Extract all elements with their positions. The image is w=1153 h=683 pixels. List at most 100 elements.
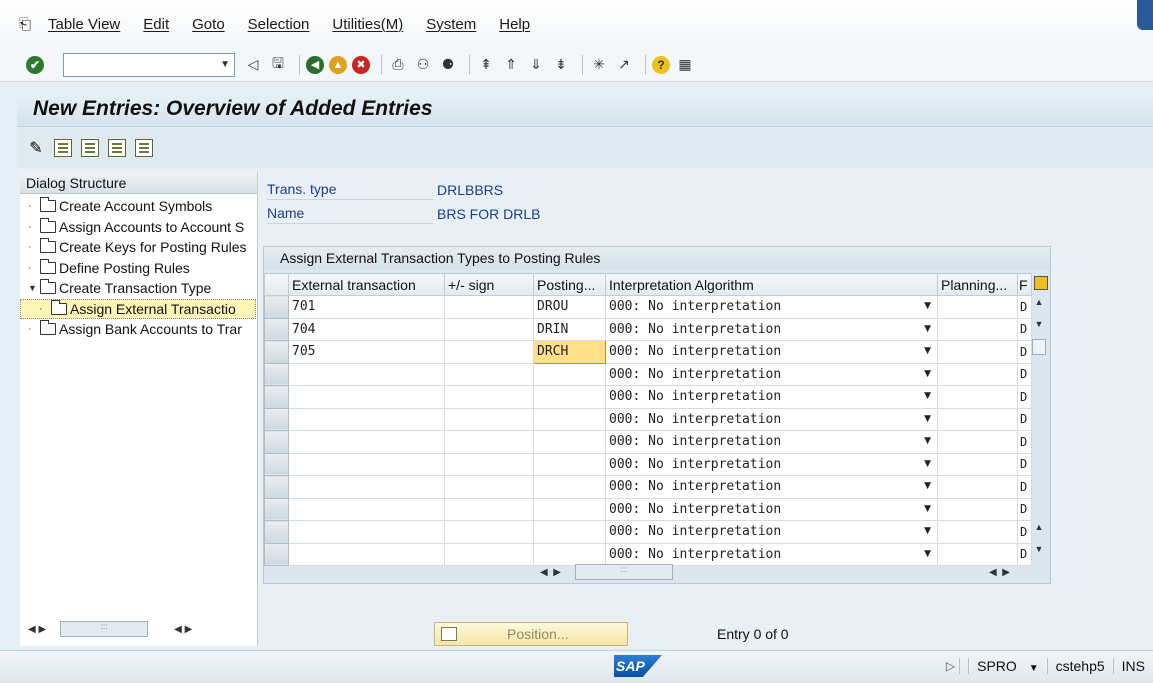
chevron-down-icon[interactable]: ▼: [924, 549, 931, 559]
enter-check-icon[interactable]: ✔: [26, 55, 44, 74]
row-selector[interactable]: [264, 475, 289, 499]
column-settings-icon[interactable]: [1034, 276, 1048, 290]
last-column-cell[interactable]: D: [1017, 295, 1032, 319]
tree-item-assign-external-transaction[interactable]: · Assign External Transactio: [20, 298, 256, 319]
save-icon[interactable]: 🖫: [268, 55, 288, 75]
chevron-down-icon[interactable]: ▼: [924, 481, 931, 491]
last-column-cell[interactable]: D: [1017, 430, 1032, 454]
status-expand-icon[interactable]: ▷: [938, 659, 959, 673]
next-page-icon[interactable]: ⇓: [526, 55, 546, 75]
last-column-cell[interactable]: D: [1017, 475, 1032, 499]
table-row[interactable]: 701 DROU 000: No interpretation ▼ D: [264, 295, 1032, 319]
sign-cell[interactable]: [444, 317, 534, 341]
row-selector[interactable]: [264, 340, 289, 364]
menu-system[interactable]: System: [426, 16, 476, 33]
posting-rule-cell[interactable]: [533, 520, 606, 544]
interpretation-algorithm-cell[interactable]: 000: No interpretation ▼: [605, 407, 938, 431]
posting-rule-cell[interactable]: DROU: [533, 295, 606, 319]
table-row[interactable]: 000: No interpretation ▼ D: [264, 452, 1032, 476]
status-mode[interactable]: INS: [1112, 658, 1153, 674]
interpretation-algorithm-cell[interactable]: 000: No interpretation ▼: [605, 475, 938, 499]
row-selector[interactable]: [264, 430, 289, 454]
row-selector[interactable]: [264, 362, 289, 386]
sign-cell[interactable]: [444, 452, 534, 476]
planning-cell[interactable]: [937, 520, 1018, 544]
menu-edit[interactable]: Edit: [143, 16, 169, 33]
row-selector[interactable]: [264, 295, 289, 319]
posting-rule-cell[interactable]: [533, 407, 606, 431]
external-transaction-cell[interactable]: [288, 385, 445, 409]
last-column-cell[interactable]: D: [1017, 407, 1032, 431]
chevron-down-icon[interactable]: ▼: [924, 414, 931, 424]
chevron-down-icon[interactable]: ▼: [924, 459, 931, 469]
select-all-icon[interactable]: [135, 139, 153, 157]
interpretation-algorithm-cell[interactable]: 000: No interpretation ▼: [605, 317, 938, 341]
new-session-icon[interactable]: ✳: [589, 55, 609, 75]
scrollbar-thumb[interactable]: :::: [60, 621, 149, 637]
table-row[interactable]: 000: No interpretation ▼ D: [264, 362, 1032, 386]
command-field[interactable]: ▼: [63, 52, 235, 77]
delete-entry-icon[interactable]: [54, 139, 72, 157]
tree-item-define-posting-rules[interactable]: · Define Posting Rules: [20, 258, 257, 279]
posting-rule-cell[interactable]: [533, 475, 606, 499]
select-all-cell[interactable]: [264, 273, 289, 296]
external-transaction-cell[interactable]: [288, 430, 445, 454]
interpretation-algorithm-cell[interactable]: 000: No interpretation ▼: [605, 520, 938, 544]
display-change-icon[interactable]: ✎: [27, 139, 45, 157]
back-icon[interactable]: ◀: [306, 55, 324, 74]
posting-rule-cell[interactable]: [533, 430, 606, 454]
menu-table-view[interactable]: Table View: [48, 16, 120, 33]
last-column-cell[interactable]: D: [1017, 317, 1032, 341]
last-column-cell[interactable]: D: [1017, 497, 1032, 521]
table-row[interactable]: 000: No interpretation ▼ D: [264, 520, 1032, 544]
chevron-down-icon[interactable]: ▼: [924, 346, 931, 356]
external-transaction-cell[interactable]: [288, 497, 445, 521]
chevron-down-icon[interactable]: ▼: [924, 436, 931, 446]
table-row[interactable]: 000: No interpretation ▼ D: [264, 430, 1032, 454]
find-icon[interactable]: ⚇: [413, 55, 433, 75]
planning-cell[interactable]: [937, 317, 1018, 341]
previous-entry-icon[interactable]: [81, 139, 99, 157]
table-row[interactable]: 000: No interpretation ▼ D: [264, 475, 1032, 499]
last-column-cell[interactable]: D: [1017, 385, 1032, 409]
table-hscroll-right[interactable]: ◀ ▶: [989, 563, 1010, 581]
posting-rule-cell[interactable]: [533, 452, 606, 476]
table-row[interactable]: 000: No interpretation ▼ D: [264, 497, 1032, 521]
vscroll-thumb[interactable]: [1032, 339, 1046, 355]
interpretation-algorithm-cell[interactable]: 000: No interpretation ▼: [605, 452, 938, 476]
table-row[interactable]: 000: No interpretation ▼ D: [264, 385, 1032, 409]
chevron-down-icon[interactable]: ▼: [1029, 663, 1039, 674]
vscroll-page-up-icon[interactable]: ▲: [1032, 522, 1046, 532]
planning-cell[interactable]: [937, 475, 1018, 499]
next-entry-icon[interactable]: [108, 139, 126, 157]
planning-cell[interactable]: [937, 407, 1018, 431]
sign-cell[interactable]: [444, 362, 534, 386]
sign-cell[interactable]: [444, 497, 534, 521]
chevron-down-icon[interactable]: ▼: [220, 59, 230, 70]
planning-cell[interactable]: [937, 385, 1018, 409]
table-row[interactable]: 705 DRCH 000: No interpretation ▼ D: [264, 340, 1032, 364]
posting-rule-cell[interactable]: DRCH: [533, 340, 606, 364]
planning-cell[interactable]: [937, 430, 1018, 454]
col-external-transaction[interactable]: External transaction: [288, 273, 445, 296]
cancel-icon[interactable]: ✖: [352, 55, 370, 74]
menu-utilities[interactable]: Utilities(M): [332, 16, 403, 33]
external-transaction-cell[interactable]: 705: [288, 340, 445, 364]
external-transaction-cell[interactable]: 701: [288, 295, 445, 319]
interpretation-algorithm-cell[interactable]: 000: No interpretation ▼: [605, 362, 938, 386]
last-column-cell[interactable]: D: [1017, 452, 1032, 476]
planning-cell[interactable]: [937, 340, 1018, 364]
posting-rule-cell[interactable]: [533, 385, 606, 409]
tree-item-create-keys[interactable]: · Create Keys for Posting Rules: [20, 237, 257, 258]
sign-cell[interactable]: [444, 340, 534, 364]
hscroll-right-icon[interactable]: ◀ ▶: [989, 567, 1010, 578]
sign-cell[interactable]: [444, 407, 534, 431]
table-row[interactable]: 000: No interpretation ▼ D: [264, 407, 1032, 431]
sign-cell[interactable]: [444, 475, 534, 499]
hscroll-thumb[interactable]: :::: [574, 564, 673, 580]
tree-item-assign-bank-accounts[interactable]: · Assign Bank Accounts to Trar: [20, 319, 257, 340]
posting-rule-cell[interactable]: [533, 497, 606, 521]
menu-goto[interactable]: Goto: [192, 16, 225, 33]
print-icon[interactable]: ⎙: [388, 55, 408, 75]
external-transaction-cell[interactable]: [288, 542, 445, 566]
